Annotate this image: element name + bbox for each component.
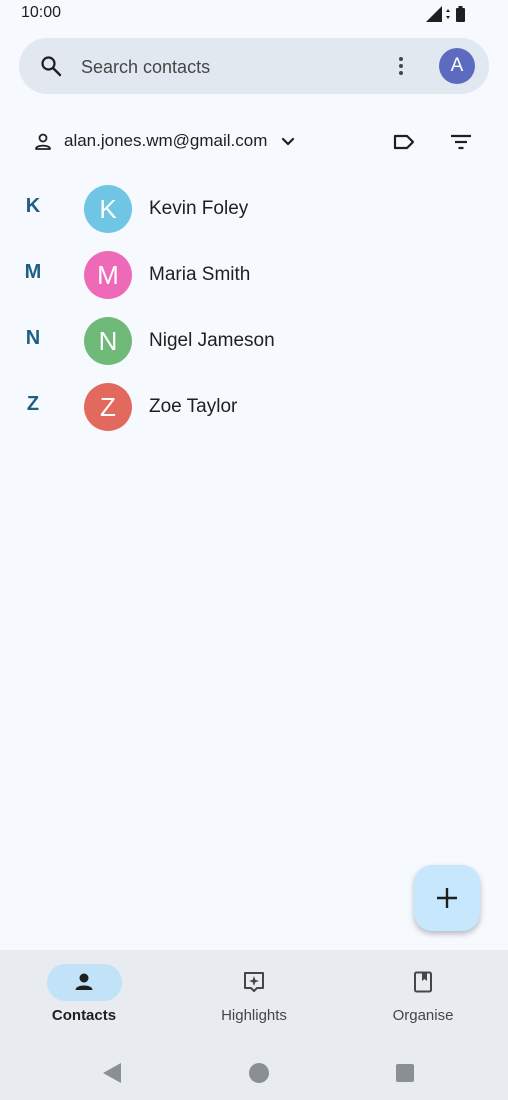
account-row: alan.jones.wm@gmail.com [0, 120, 508, 162]
contact-row[interactable]: K K Kevin Foley [0, 175, 508, 241]
contact-avatar-initial: M [97, 259, 119, 290]
section-letter: K [25, 195, 41, 217]
contact-avatar: K [84, 185, 132, 233]
organise-icon [414, 971, 432, 993]
contact-avatar-initial: K [99, 193, 117, 224]
filter-icon[interactable] [448, 129, 474, 155]
battery-icon [456, 8, 465, 22]
nav-item-highlights[interactable]: Highlights [184, 962, 324, 1032]
search-bar[interactable]: A [19, 38, 489, 94]
system-navigation-bar [103, 1063, 414, 1083]
chevron-down-icon[interactable] [278, 132, 298, 152]
section-letter: M [24, 261, 42, 283]
highlights-icon [244, 972, 264, 992]
contact-avatar: N [84, 317, 132, 365]
contact-name: Zoe Taylor [149, 396, 238, 417]
status-icons [426, 6, 465, 22]
more-vert-icon[interactable] [389, 54, 413, 78]
person-outline-icon [35, 133, 51, 150]
contact-name: Kevin Foley [149, 198, 249, 219]
nav-label: Contacts [51, 1007, 117, 1024]
profile-initial: A [450, 55, 464, 76]
status-time: 10:00 [21, 4, 62, 21]
profile-avatar[interactable]: A [439, 48, 475, 84]
plus-icon [437, 888, 457, 908]
section-letter: Z [26, 393, 40, 415]
contact-row[interactable]: M M Maria Smith [0, 241, 508, 307]
nav-item-contacts[interactable]: Contacts [14, 962, 154, 1032]
nav-label: Highlights [221, 1007, 287, 1024]
contact-avatar: Z [84, 383, 132, 431]
search-input[interactable] [79, 52, 373, 82]
contact-row[interactable]: N N Nigel Jameson [0, 307, 508, 373]
contact-avatar: M [84, 251, 132, 299]
back-triangle-icon[interactable] [103, 1063, 121, 1083]
home-circle-icon[interactable] [249, 1063, 269, 1083]
contact-avatar-initial: Z [100, 391, 116, 422]
search-icon[interactable] [39, 54, 63, 78]
contact-name: Maria Smith [149, 264, 251, 285]
person-icon [75, 973, 93, 990]
nav-item-organise[interactable]: Organise [353, 962, 493, 1032]
label-icon[interactable] [391, 129, 417, 155]
account-email[interactable]: alan.jones.wm@gmail.com [64, 131, 267, 151]
section-letter: N [25, 327, 41, 349]
contact-name: Nigel Jameson [149, 330, 275, 351]
contact-row[interactable]: Z Z Zoe Taylor [0, 373, 508, 439]
signal-icon [426, 6, 442, 22]
data-arrows-icon [446, 9, 450, 19]
contact-avatar-initial: N [98, 325, 118, 356]
nav-label: Organise [392, 1007, 454, 1024]
recents-square-icon[interactable] [396, 1064, 414, 1082]
status-bar: 10:00 [0, 0, 508, 30]
add-contact-button[interactable] [414, 865, 480, 931]
contact-list: K K Kevin Foley M M Maria Smith N N Nige… [0, 175, 508, 439]
